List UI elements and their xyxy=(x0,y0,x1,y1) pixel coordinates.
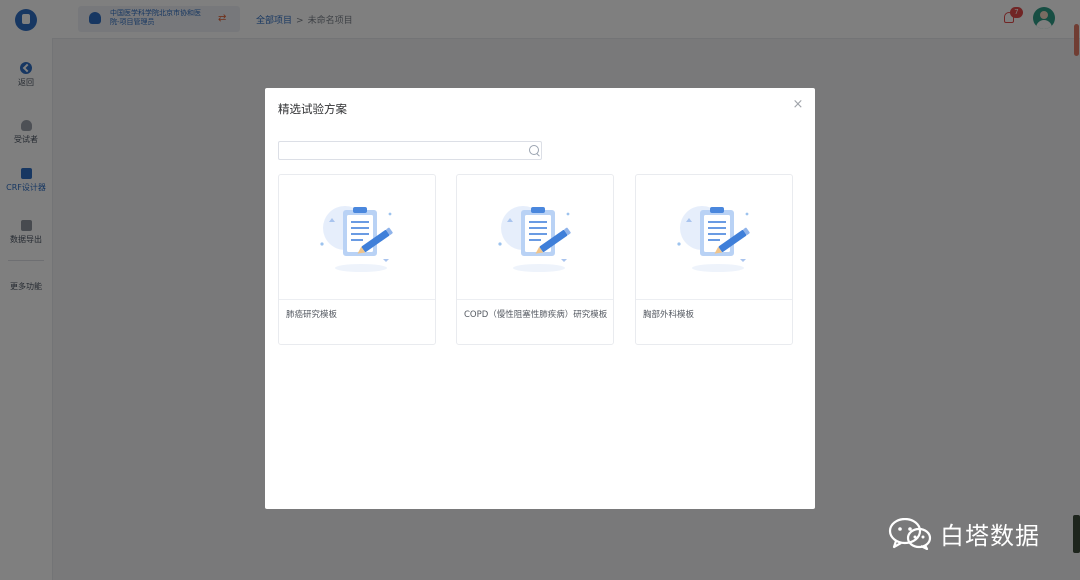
clipboard-illustration xyxy=(636,175,792,300)
dialog-title: 精选试验方案 xyxy=(278,102,347,116)
clipboard-pencil-icon xyxy=(677,206,750,272)
template-card-label: COPD（慢性阻塞性肺疾病）研究模板 xyxy=(464,310,608,320)
watermark-text: 白塔数据 xyxy=(940,522,1040,550)
close-icon[interactable]: × xyxy=(791,98,805,112)
template-card-label: 胸部外科模板 xyxy=(643,310,695,320)
clipboard-illustration xyxy=(279,175,435,300)
search-icon[interactable] xyxy=(529,145,539,155)
clipboard-illustration xyxy=(457,175,613,300)
template-card-copd[interactable]: COPD（慢性阻塞性肺疾病）研究模板 xyxy=(456,174,614,345)
template-card-thoracic-surgery[interactable]: 胸部外科模板 xyxy=(635,174,793,345)
search-input[interactable] xyxy=(279,142,531,159)
search-field xyxy=(278,141,542,160)
clipboard-pencil-icon xyxy=(320,206,393,272)
template-picker-dialog: 精选试验方案 × 肺癌研究模板 COPD（慢性阻塞性肺疾病）研究模板 胸部外科模… xyxy=(265,88,815,509)
clipboard-pencil-icon xyxy=(498,206,571,272)
template-card-lung-cancer[interactable]: 肺癌研究模板 xyxy=(278,174,436,345)
template-card-label: 肺癌研究模板 xyxy=(286,310,338,320)
wechat-icon xyxy=(888,518,932,550)
